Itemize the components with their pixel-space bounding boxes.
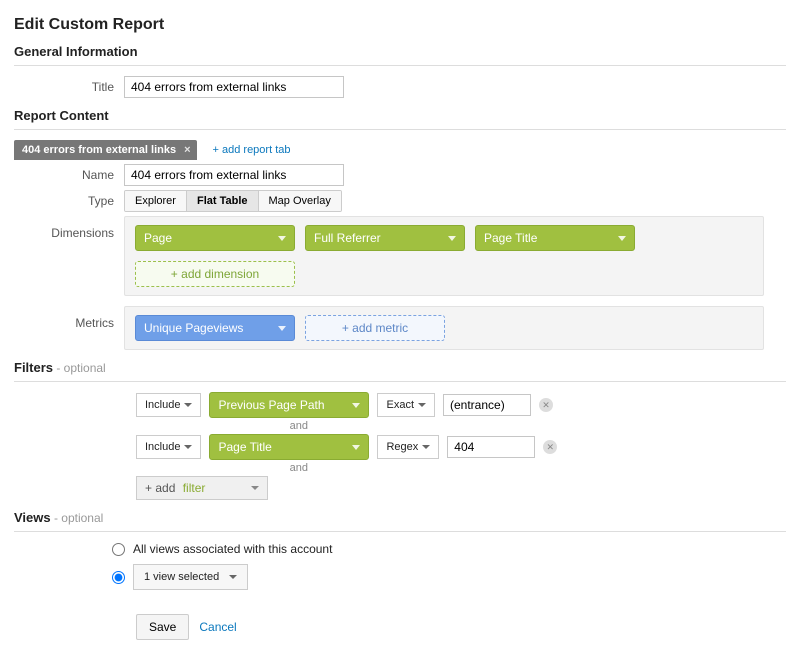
type-map-overlay[interactable]: Map Overlay (259, 191, 341, 211)
save-button[interactable]: Save (136, 614, 189, 640)
and-label: and (136, 420, 308, 432)
views-selected-radio[interactable] (112, 571, 125, 584)
chevron-down-icon (448, 236, 456, 241)
section-report-content: Report Content (14, 108, 786, 123)
filter-row: Include Previous Page Path Exact ✕ (136, 392, 786, 418)
views-selected-toggle[interactable]: 1 view selected (133, 564, 248, 590)
metrics-panel: Unique Pageviews + add metric (124, 306, 764, 350)
filter-match-select[interactable]: Exact (377, 393, 435, 417)
dimensions-panel: Page Full Referrer Page Title + add dime… (124, 216, 764, 296)
dimension-pill[interactable]: Full Referrer (305, 225, 465, 251)
type-explorer[interactable]: Explorer (125, 191, 187, 211)
chevron-down-icon (184, 445, 192, 449)
remove-filter-icon[interactable]: ✕ (543, 440, 557, 454)
and-label: and (136, 462, 308, 474)
chevron-down-icon (251, 486, 259, 490)
filter-row: Include Page Title Regex ✕ (136, 434, 786, 460)
metric-pill[interactable]: Unique Pageviews (135, 315, 295, 341)
report-tab[interactable]: 404 errors from external links × (14, 140, 197, 160)
filter-value-input[interactable] (447, 436, 535, 458)
filter-field-pill[interactable]: Previous Page Path (209, 392, 369, 418)
label-title: Title (14, 80, 124, 94)
add-filter-button[interactable]: + add filter (136, 476, 268, 500)
type-flat-table[interactable]: Flat Table (187, 191, 259, 211)
close-icon[interactable]: × (184, 144, 190, 156)
add-metric-button[interactable]: + add metric (305, 315, 445, 341)
dimension-pill[interactable]: Page (135, 225, 295, 251)
views-all-label: All views associated with this account (133, 542, 332, 556)
chevron-down-icon (418, 403, 426, 407)
remove-filter-icon[interactable]: ✕ (539, 398, 553, 412)
section-views: Views - optional (14, 510, 786, 525)
views-all-radio[interactable] (112, 543, 125, 556)
chevron-down-icon (184, 403, 192, 407)
chevron-down-icon (352, 403, 360, 408)
name-input[interactable] (124, 164, 344, 186)
chevron-down-icon (422, 445, 430, 449)
chevron-down-icon (618, 236, 626, 241)
chevron-down-icon (229, 575, 237, 579)
chevron-down-icon (352, 445, 360, 450)
add-report-tab[interactable]: + add report tab (213, 144, 291, 160)
title-input[interactable] (124, 76, 344, 98)
chevron-down-icon (278, 236, 286, 241)
label-type: Type (14, 194, 124, 208)
cancel-link[interactable]: Cancel (199, 620, 236, 634)
chevron-down-icon (278, 326, 286, 331)
label-metrics: Metrics (14, 306, 124, 330)
report-tab-label: 404 errors from external links (22, 144, 176, 156)
filter-match-select[interactable]: Regex (377, 435, 439, 459)
section-general-info: General Information (14, 44, 786, 59)
filter-mode-select[interactable]: Include (136, 435, 201, 459)
label-name: Name (14, 168, 124, 182)
add-dimension-button[interactable]: + add dimension (135, 261, 295, 287)
dimension-pill[interactable]: Page Title (475, 225, 635, 251)
filter-mode-select[interactable]: Include (136, 393, 201, 417)
section-filters: Filters - optional (14, 360, 786, 375)
label-dimensions: Dimensions (14, 216, 124, 240)
page-title: Edit Custom Report (14, 16, 786, 34)
filter-value-input[interactable] (443, 394, 531, 416)
type-toggle-group: Explorer Flat Table Map Overlay (124, 190, 342, 212)
filter-field-pill[interactable]: Page Title (209, 434, 369, 460)
